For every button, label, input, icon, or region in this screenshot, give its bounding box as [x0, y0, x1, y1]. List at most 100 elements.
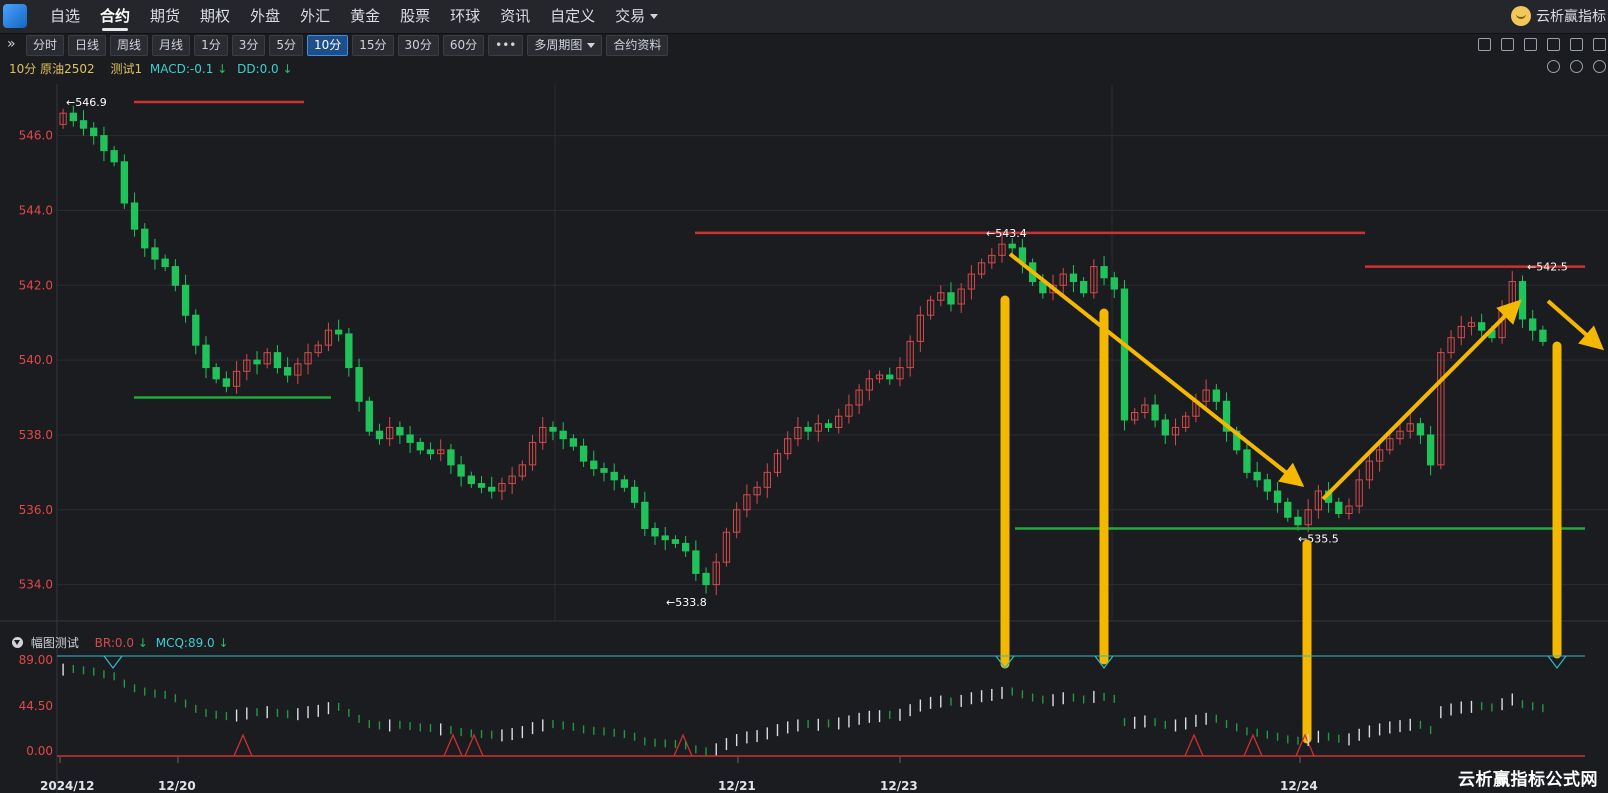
- sub-y-tick-label: 44.50: [19, 699, 53, 713]
- period-button-7[interactable]: 10分: [306, 35, 349, 56]
- nav-item-7[interactable]: 股票: [390, 0, 440, 33]
- brand-name: 云析赢指标: [1536, 9, 1606, 25]
- candle-body: [1426, 434, 1435, 466]
- x-axis-label: 12/20: [158, 779, 196, 793]
- x-axis-label: 12/21: [718, 779, 756, 793]
- candle-body: [416, 441, 424, 451]
- candle-body: [1110, 277, 1118, 290]
- period-button-6[interactable]: 5分: [269, 35, 303, 56]
- candle-body: [467, 475, 475, 485]
- top-nav-bar: 自选 合约 期货 期权 外盘 外汇 黄金 股票 环球 资讯 自定义 交易 云析赢指标: [0, 0, 1608, 34]
- copy-icon[interactable]: [1570, 38, 1583, 51]
- candle-body: [1212, 389, 1220, 402]
- cloud-icon[interactable]: [1524, 38, 1537, 51]
- brand-area[interactable]: 云析赢指标: [1511, 6, 1606, 26]
- nav-item-5[interactable]: 外汇: [290, 0, 340, 33]
- x-axis-label: 2024/12: [40, 779, 94, 793]
- candle-body: [181, 284, 190, 316]
- candle-body: [79, 120, 88, 129]
- undo-icon[interactable]: [1547, 60, 1560, 73]
- multi-period-button[interactable]: 多周期图: [527, 35, 603, 56]
- trend-arrow: [1546, 299, 1605, 351]
- x-axis-label: 12/23: [880, 779, 918, 793]
- br-marker: [233, 733, 253, 757]
- candle-body: [488, 486, 496, 492]
- window-icon[interactable]: [1593, 38, 1606, 51]
- candle-body: [651, 527, 659, 537]
- candle-body: [447, 449, 455, 466]
- candle-body: [375, 430, 384, 440]
- period-button-2[interactable]: 周线: [110, 35, 149, 56]
- nav-item-8[interactable]: 环球: [440, 0, 490, 33]
- period-button-3[interactable]: 月线: [152, 35, 191, 56]
- period-button-1[interactable]: 日线: [68, 35, 107, 56]
- nav-item-label: 股票: [400, 7, 431, 25]
- candle-body: [90, 127, 98, 137]
- more-button[interactable]: •••: [488, 35, 524, 56]
- nav-item-2[interactable]: 期货: [140, 0, 190, 33]
- candle-body: [212, 367, 220, 380]
- candle-body: [579, 445, 588, 462]
- collapse-subchart-icon[interactable]: [12, 637, 23, 648]
- candle-body: [161, 258, 169, 268]
- period-button-10[interactable]: 60分: [442, 35, 485, 56]
- collapse-sidebar-icon[interactable]: »: [7, 36, 16, 52]
- nav-item-label: 自选: [50, 7, 81, 25]
- candle-body: [641, 501, 649, 529]
- indicator-name[interactable]: 测试1: [110, 62, 142, 76]
- zoom-in-icon[interactable]: [1570, 60, 1583, 73]
- period-button-4[interactable]: 1分: [194, 35, 228, 56]
- price-marker: ←543.4: [986, 227, 1027, 240]
- period-button-0[interactable]: 分时: [26, 35, 65, 56]
- candle-body: [151, 247, 159, 260]
- candle-body: [457, 464, 465, 477]
- candle-body: [1294, 516, 1302, 526]
- candle-body: [273, 352, 282, 369]
- bell-icon[interactable]: [1501, 38, 1514, 51]
- candle-body: [110, 150, 118, 163]
- candle-body: [692, 550, 700, 574]
- nav-item-11[interactable]: 交易: [605, 0, 668, 33]
- mcq-value: MCQ:89.0: [155, 636, 215, 650]
- period-button-8[interactable]: 15分: [352, 35, 394, 56]
- candlestick-chart[interactable]: 546.0 544.0 542.0 540.0 538.0 536.0 534.0 ←546.…: [0, 84, 1608, 793]
- chevron-down-icon: [587, 43, 596, 48]
- contract-info-button[interactable]: 合约资料: [606, 35, 669, 56]
- nav-item-label: 黄金: [350, 7, 381, 25]
- dd-down-arrow-icon: ↓: [282, 62, 293, 76]
- nav-item-3[interactable]: 期权: [190, 0, 240, 33]
- price-marker: ←542.5: [1527, 261, 1568, 274]
- candle-body: [947, 292, 955, 305]
- candle-body: [1539, 329, 1547, 342]
- chevron-down-icon: [650, 14, 659, 19]
- period-button-5[interactable]: 3分: [231, 35, 266, 56]
- price-marker: ←533.8: [666, 596, 707, 609]
- candle-body: [804, 426, 812, 432]
- toolbar-icons: [1478, 38, 1606, 51]
- nav-item-label: 交易: [615, 7, 646, 25]
- candle-body: [202, 344, 210, 369]
- candle-body: [681, 542, 690, 552]
- period-button-9[interactable]: 30分: [397, 35, 439, 56]
- pen-icon[interactable]: [1478, 38, 1491, 51]
- candle-body: [549, 426, 557, 432]
- y-tick-label: 544.0: [19, 203, 53, 217]
- candle-body: [1273, 490, 1282, 503]
- nav-item-label: 外汇: [300, 7, 331, 25]
- candle-body: [477, 483, 486, 488]
- nav-item-9[interactable]: 资讯: [490, 0, 540, 33]
- sub-indicator-header: 幅图测试 BR:0.0 ↓ MCQ:89.0 ↓: [12, 634, 229, 651]
- nav-item-6[interactable]: 黄金: [340, 0, 390, 33]
- price-marker: ←546.9: [66, 96, 107, 109]
- trend-arrow: [1321, 299, 1522, 501]
- chart-tools: [1547, 60, 1606, 73]
- nav-item-4[interactable]: 外盘: [240, 0, 290, 33]
- zoom-out-icon[interactable]: [1593, 60, 1606, 73]
- nav-item-0[interactable]: 自选: [40, 0, 90, 33]
- sub-indicator-title[interactable]: 幅图测试: [31, 636, 79, 650]
- app-logo-icon[interactable]: [3, 4, 27, 28]
- trend-arrow: [1008, 252, 1305, 487]
- nav-item-10[interactable]: 自定义: [540, 0, 605, 33]
- camera-icon[interactable]: [1547, 38, 1560, 51]
- nav-item-1[interactable]: 合约: [90, 0, 140, 33]
